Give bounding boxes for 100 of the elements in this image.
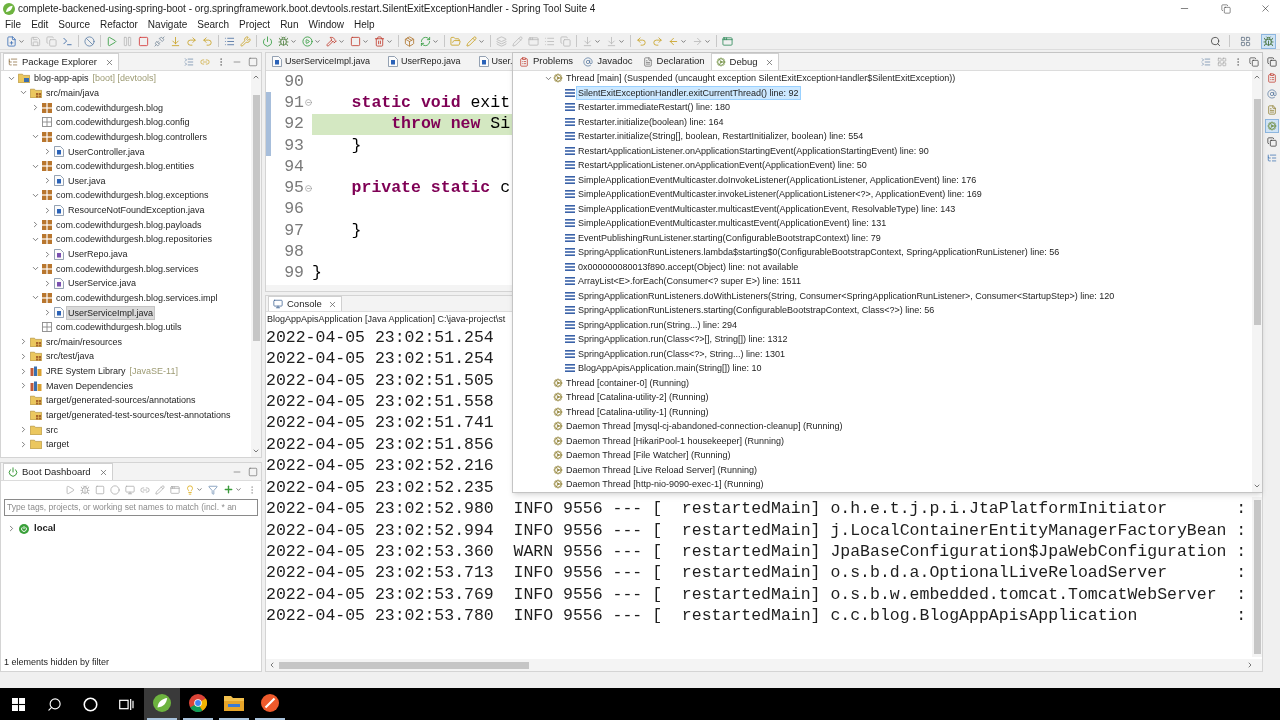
scrollbar-thumb[interactable] <box>252 95 260 341</box>
dropdown-icon[interactable] <box>290 37 297 45</box>
stack-frame[interactable]: SimpleApplicationEventMulticaster.multicastEvent(ApplicationEvent, ResolvableType) line: 143 <box>577 202 957 215</box>
terminal-icon[interactable] <box>62 35 73 47</box>
arrow-down-icon[interactable] <box>170 35 181 47</box>
thread-item[interactable]: Daemon Thread [mysql-cj-abandoned-connection-cleanup] (Running) <box>565 420 844 433</box>
tree-item[interactable]: src <box>45 423 59 436</box>
list-icon[interactable] <box>224 35 235 47</box>
stop-icon[interactable] <box>95 484 105 495</box>
stack-frame[interactable]: RestartApplicationListener.onApplicationEvent(ApplicationEvent) line: 50 <box>577 159 868 172</box>
grid-icon[interactable] <box>1217 56 1227 67</box>
stack-frame[interactable]: ArrayList<E>.forEach(Consumer<? super E>) line: 1511 <box>577 275 802 288</box>
arrow-left-icon[interactable] <box>668 35 679 47</box>
tree-item[interactable]: src/main/java <box>45 86 100 99</box>
tree-item[interactable]: UserService.java <box>67 277 138 290</box>
thread-item[interactable]: Daemon Thread [File Watcher] (Running) <box>565 449 732 462</box>
view-tab[interactable]: Javadoc <box>579 53 637 70</box>
stack-frame[interactable]: SpringApplication.run(Class<?>[], String[]) line: 1312 <box>577 333 789 346</box>
menu-item[interactable]: Window <box>303 18 350 32</box>
layers-icon[interactable] <box>496 35 507 47</box>
tree-item[interactable]: local <box>33 521 57 536</box>
bug-icon[interactable] <box>278 35 289 47</box>
search-icon[interactable] <box>46 696 62 712</box>
trash-icon[interactable] <box>374 35 385 47</box>
tree-item[interactable]: com.codewithdurgesh.blog.services.impl <box>55 291 219 304</box>
editor-tab[interactable]: User. <box>474 53 514 70</box>
menu-item[interactable]: Run <box>275 18 304 32</box>
stack-frame[interactable]: SpringApplicationRunListeners.doWithListeners(String, Consumer<SpringApplicationRunListener>, Consumer<StartupStep>) line: 120 <box>577 289 1116 302</box>
tree-item[interactable]: com.codewithdurgesh.blog <box>55 101 165 114</box>
dropdown-icon[interactable] <box>386 37 393 45</box>
collapse-icon[interactable] <box>184 56 194 67</box>
dropdown-icon[interactable] <box>594 37 601 45</box>
scrollbar-thumb[interactable] <box>1253 99 1261 325</box>
tree-item[interactable]: com.codewithdurgesh.blog.repositories <box>55 233 214 246</box>
tree-item[interactable]: target/generated-test-sources/test-annotations <box>45 409 232 422</box>
play-circle-icon[interactable] <box>302 35 313 47</box>
tree-item[interactable]: ResourceNotFoundException.java <box>67 204 206 217</box>
tree-item[interactable]: com.codewithdurgesh.blog.payloads <box>55 218 203 231</box>
menu-item[interactable]: File <box>0 18 27 32</box>
stop-icon[interactable] <box>350 35 361 47</box>
play-icon[interactable] <box>106 35 117 47</box>
restore-icon[interactable] <box>1264 55 1279 69</box>
dropdown-icon[interactable] <box>18 37 25 45</box>
tree-item[interactable]: com.codewithdurgesh.blog.controllers <box>55 130 209 143</box>
undo-icon[interactable] <box>202 35 213 47</box>
restore-icon[interactable] <box>1264 135 1279 149</box>
tree-item[interactable]: JRE System Library <box>45 365 127 378</box>
tree-item[interactable]: src/test/java <box>45 350 95 363</box>
link-icon[interactable] <box>200 56 210 67</box>
editor-tab[interactable]: UserRepo.java <box>384 53 475 70</box>
stack-frame[interactable]: 0x000000080013f890.accept(Object) line: not available <box>577 260 800 273</box>
dropdown-icon[interactable] <box>704 37 711 45</box>
maximize-icon[interactable] <box>248 56 258 67</box>
scrollbar-thumb[interactable] <box>279 661 529 669</box>
bug-icon[interactable] <box>1261 33 1276 49</box>
monitor-icon[interactable] <box>125 484 135 495</box>
pause-icon[interactable] <box>122 35 133 47</box>
tree-item[interactable]: com.codewithdurgesh.blog.entities <box>55 160 196 173</box>
dropdown-icon[interactable] <box>680 37 687 45</box>
bug-icon[interactable] <box>80 484 90 495</box>
close-icon[interactable] <box>1259 3 1271 14</box>
editor-tab[interactable]: UserServiceImpl.java <box>268 53 385 70</box>
stack-frame[interactable]: SpringApplication.run(Class<?>, String...) line: 1301 <box>577 347 787 360</box>
dropdown-icon[interactable] <box>235 486 242 493</box>
view-tab[interactable]: Debug <box>710 53 779 70</box>
undo-icon[interactable] <box>636 35 647 47</box>
dropdown-icon[interactable] <box>432 37 439 45</box>
stack-frame[interactable]: EventPublishingRunListener.starting(ConfigurableBootstrapContext) line: 79 <box>577 231 882 244</box>
thread-item[interactable]: Thread [Catalina-utility-1] (Running) <box>565 405 710 418</box>
list-icon[interactable] <box>544 35 555 47</box>
maximize-icon[interactable] <box>248 466 258 477</box>
plus-icon[interactable] <box>223 484 234 495</box>
thread-item[interactable]: Thread [main] (Suspended (uncaught exception SilentExitExceptionHandler$SilentExitException)) <box>565 72 957 85</box>
dropdown-icon[interactable] <box>314 37 321 45</box>
thread-item[interactable]: Daemon Thread [Live Reload Server] (Running) <box>565 463 758 476</box>
app-window-icon[interactable] <box>170 484 180 495</box>
arrow-down-icon[interactable] <box>606 35 617 47</box>
stack-frame[interactable]: SilentExitExceptionHandler.exitCurrentThread() line: 92 <box>577 86 800 99</box>
save-icon[interactable] <box>30 35 41 47</box>
unplug-icon[interactable] <box>154 35 165 47</box>
dropdown-icon[interactable] <box>362 37 369 45</box>
tree-item[interactable]: User.java <box>67 174 107 187</box>
stack-frame[interactable]: Restarter.initialize(boolean) line: 164 <box>577 115 725 128</box>
lightbulb-icon[interactable] <box>185 484 195 495</box>
scroll-right-icon[interactable] <box>1246 661 1254 669</box>
dropdown-icon[interactable] <box>618 37 625 45</box>
close-icon[interactable] <box>764 57 774 67</box>
thread-item[interactable]: Thread [Catalina-utility-2] (Running) <box>565 391 710 404</box>
tree-item[interactable]: target <box>45 438 70 451</box>
minus-circle-icon[interactable] <box>304 99 312 107</box>
close-icon[interactable] <box>327 299 337 309</box>
power-icon[interactable] <box>262 35 273 47</box>
scroll-up-icon[interactable] <box>252 73 260 81</box>
app-window-icon[interactable] <box>528 35 539 47</box>
dropdown-icon[interactable] <box>338 37 345 45</box>
pencil-icon[interactable] <box>155 484 165 495</box>
dropdown-icon[interactable] <box>478 37 485 45</box>
restore-icon[interactable] <box>1249 56 1259 67</box>
tree-item[interactable]: blog-app-apis <box>33 72 90 85</box>
stack-frame[interactable]: Restarter.initialize(String[], boolean, RestartInitializer, boolean) line: 554 <box>577 130 865 143</box>
